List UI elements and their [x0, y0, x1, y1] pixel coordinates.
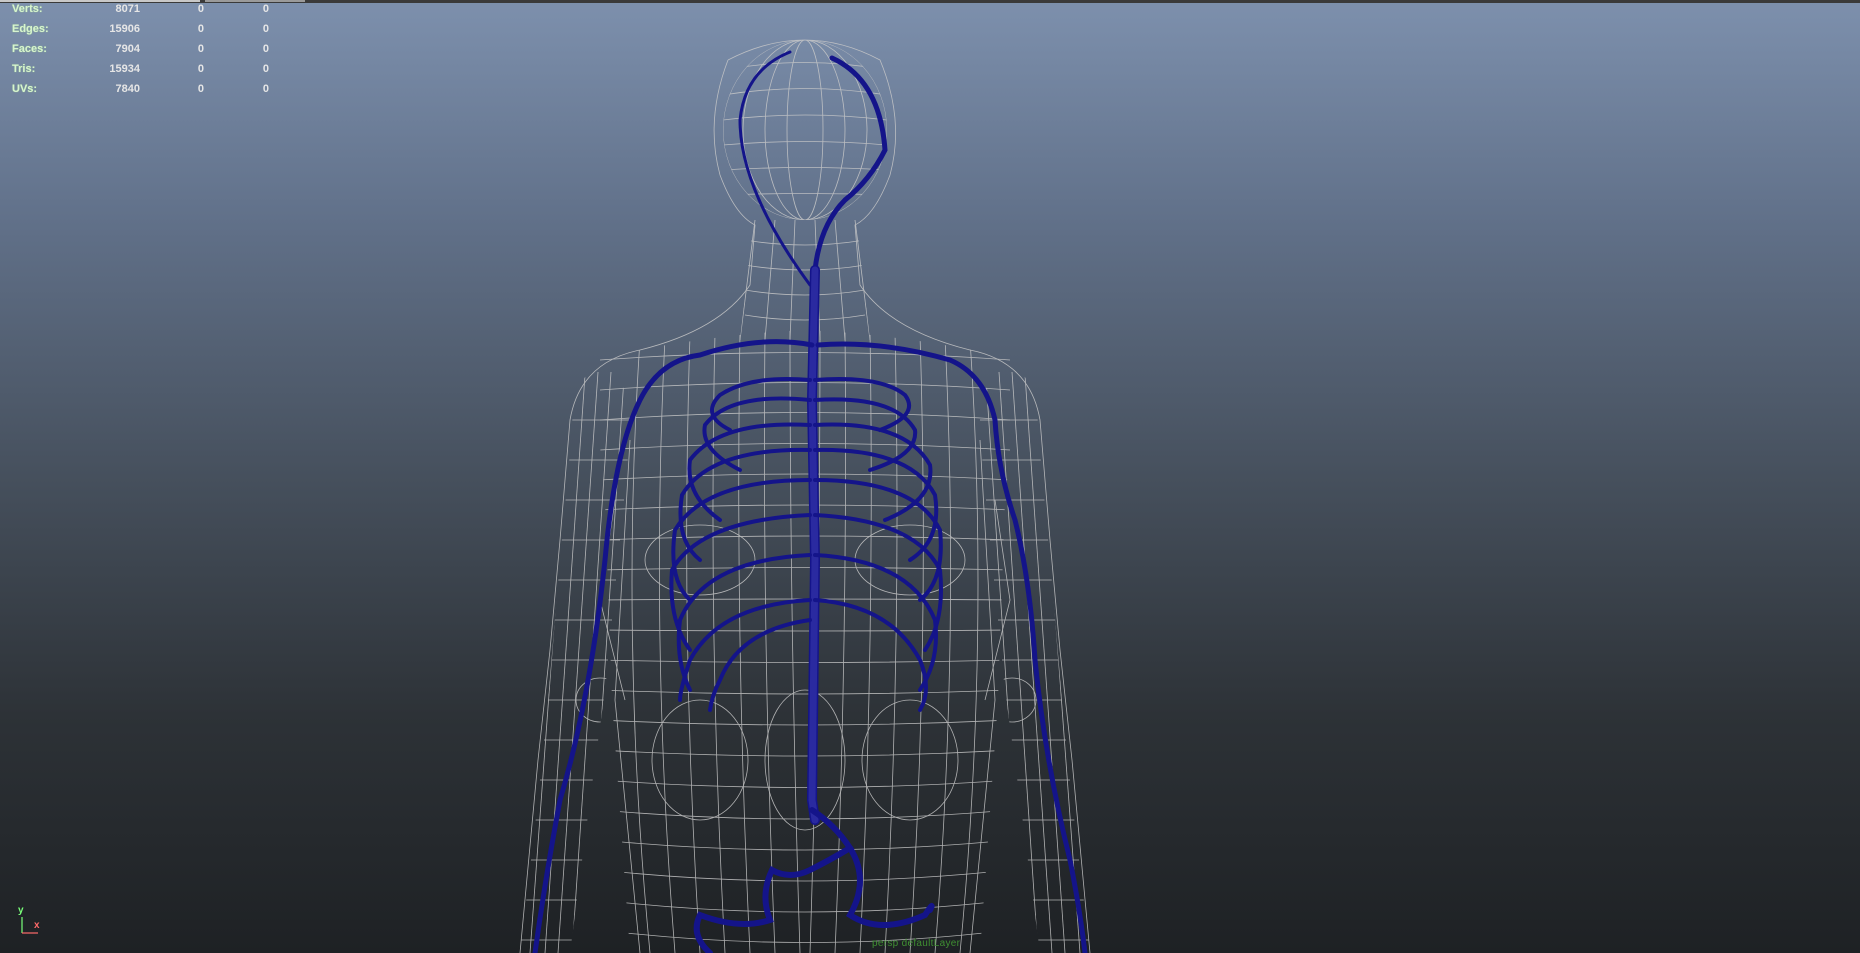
hud-value: 0 — [262, 3, 269, 15]
axis-gizmo-icon: y x — [14, 905, 54, 945]
hud-value: 0 — [197, 83, 204, 95]
hud-value: 0 — [262, 43, 269, 55]
hud-label: Verts: — [12, 3, 43, 15]
hud-value: 0 — [262, 23, 269, 35]
hud-label: Faces: — [12, 43, 47, 55]
hud-value: 15934 — [109, 63, 140, 75]
hud-value: 8071 — [115, 3, 140, 15]
hud-value: 7840 — [115, 83, 140, 95]
viewport-panel[interactable]: Verts: 8071 0 0 Edges: 15906 0 0 Faces: … — [0, 0, 1860, 953]
nerve-curves[interactable] — [532, 50, 1088, 953]
hud-label: Tris: — [12, 63, 36, 75]
hud-label: UVs: — [12, 83, 38, 95]
model-scene[interactable] — [0, 0, 1860, 953]
camera-layer-label: persp defaultLayer — [872, 938, 961, 949]
hud-label: Edges: — [12, 23, 49, 35]
axis-x-label: x — [34, 920, 40, 931]
hud-value: 7904 — [115, 43, 140, 55]
hud-value: 0 — [262, 63, 269, 75]
hud-value: 0 — [197, 63, 204, 75]
hud-value: 0 — [197, 43, 204, 55]
hud-value: 0 — [197, 3, 204, 15]
hud-value: 15906 — [109, 23, 140, 35]
axis-y-label: y — [18, 905, 24, 916]
hud-value: 0 — [262, 83, 269, 95]
hud-value: 0 — [197, 23, 204, 35]
